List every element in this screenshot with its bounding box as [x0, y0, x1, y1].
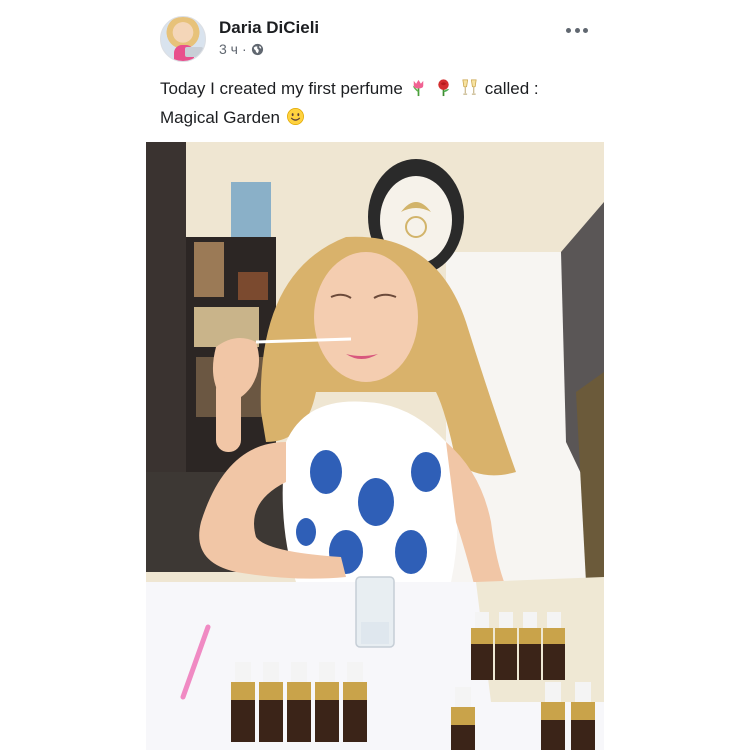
perfume-name: Magical Garden [160, 108, 281, 127]
perfume-photo [146, 142, 604, 750]
post-header: Daria DiCieli 3 ч · [160, 14, 600, 64]
author-avatar[interactable] [160, 16, 206, 62]
post-text-line-1: Today I created my first perfume called … [160, 74, 600, 103]
post-text-line-2: Magical Garden [160, 103, 600, 132]
post-time[interactable]: 3 ч [219, 41, 238, 57]
smiling-face-emoji [286, 108, 304, 125]
post-text-end: called : [484, 79, 539, 98]
more-options-button[interactable] [564, 22, 590, 38]
post-photo[interactable] [146, 142, 604, 750]
author-name[interactable]: Daria DiCieli [219, 18, 319, 38]
tulip-emoji [412, 79, 423, 97]
more-options-icon [566, 27, 571, 33]
face [314, 252, 418, 382]
globe-icon[interactable] [251, 43, 264, 56]
post-text-start: Today I created my first perfume [160, 79, 403, 98]
post-meta: 3 ч · [219, 41, 264, 57]
meta-separator: · [241, 41, 247, 57]
post-text: Today I created my first perfume called … [160, 74, 600, 132]
rose-emoji [438, 79, 450, 97]
champagne-glasses-emoji [462, 79, 477, 95]
